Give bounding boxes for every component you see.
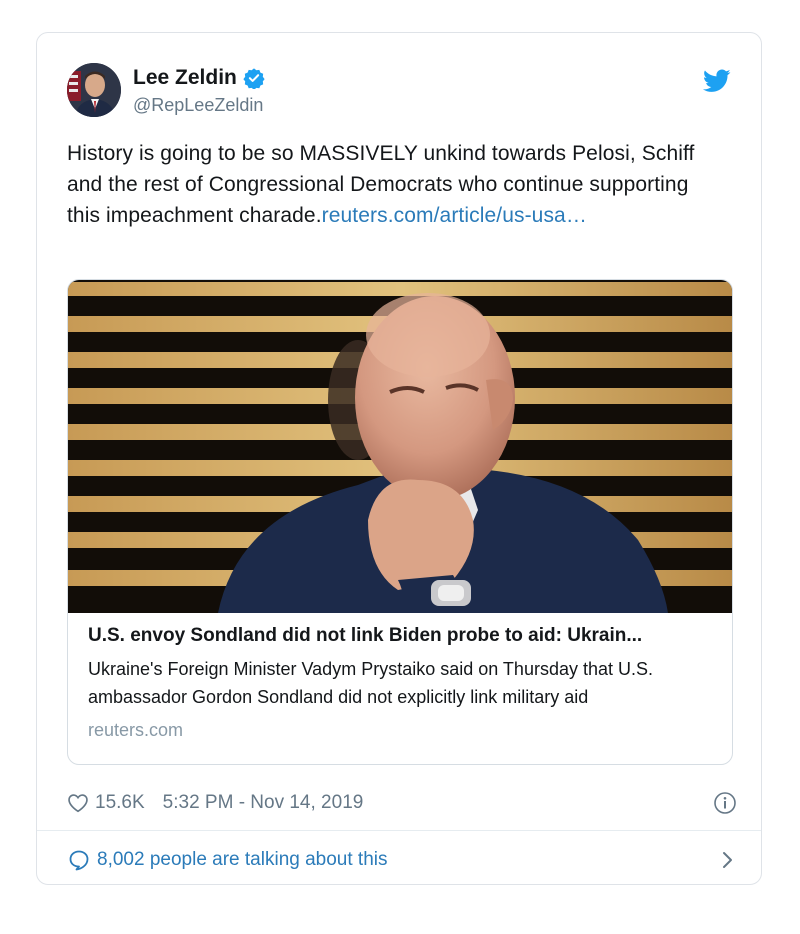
display-name-row: Lee Zeldin (133, 65, 265, 91)
info-icon[interactable] (713, 791, 737, 815)
timestamp[interactable]: 5:32 PM - Nov 14, 2019 (163, 792, 364, 814)
heart-icon[interactable] (67, 792, 89, 814)
card-body: U.S. envoy Sondland did not link Biden p… (88, 623, 718, 743)
speech-bubble-icon (67, 848, 91, 872)
card-description: Ukraine's Foreign Minister Vadym Prystai… (88, 659, 653, 707)
tweet-header: Lee Zeldin @RepLeeZeldin (67, 63, 733, 119)
display-name[interactable]: Lee Zeldin (133, 65, 237, 91)
chevron-right-icon (717, 850, 737, 870)
conversation-link[interactable]: 8,002 people are talking about this (67, 845, 737, 875)
tweet-card: Lee Zeldin @RepLeeZeldin History is goin… (36, 32, 762, 885)
card-title: U.S. envoy Sondland did not link Biden p… (88, 625, 643, 646)
avatar[interactable] (67, 63, 121, 117)
author-handle[interactable]: @RepLeeZeldin (133, 93, 265, 117)
like-count[interactable]: 15.6K (95, 792, 145, 814)
tweet-meta-row: 15.6K 5:32 PM - Nov 14, 2019 (67, 788, 737, 818)
verified-badge-icon (243, 67, 265, 90)
card-domain: reuters.com (88, 720, 184, 740)
divider (37, 830, 761, 831)
twitter-bird-icon[interactable] (702, 69, 731, 93)
card-image (68, 280, 732, 613)
link-preview-card[interactable]: U.S. envoy Sondland did not link Biden p… (67, 279, 733, 765)
tweet-text: History is going to be so MASSIVELY unki… (67, 138, 727, 231)
tweet-link[interactable]: reuters.com/article/us-usa… (322, 204, 587, 227)
author-block: Lee Zeldin @RepLeeZeldin (133, 65, 265, 117)
talking-count-label: 8,002 people are talking about this (97, 849, 388, 870)
